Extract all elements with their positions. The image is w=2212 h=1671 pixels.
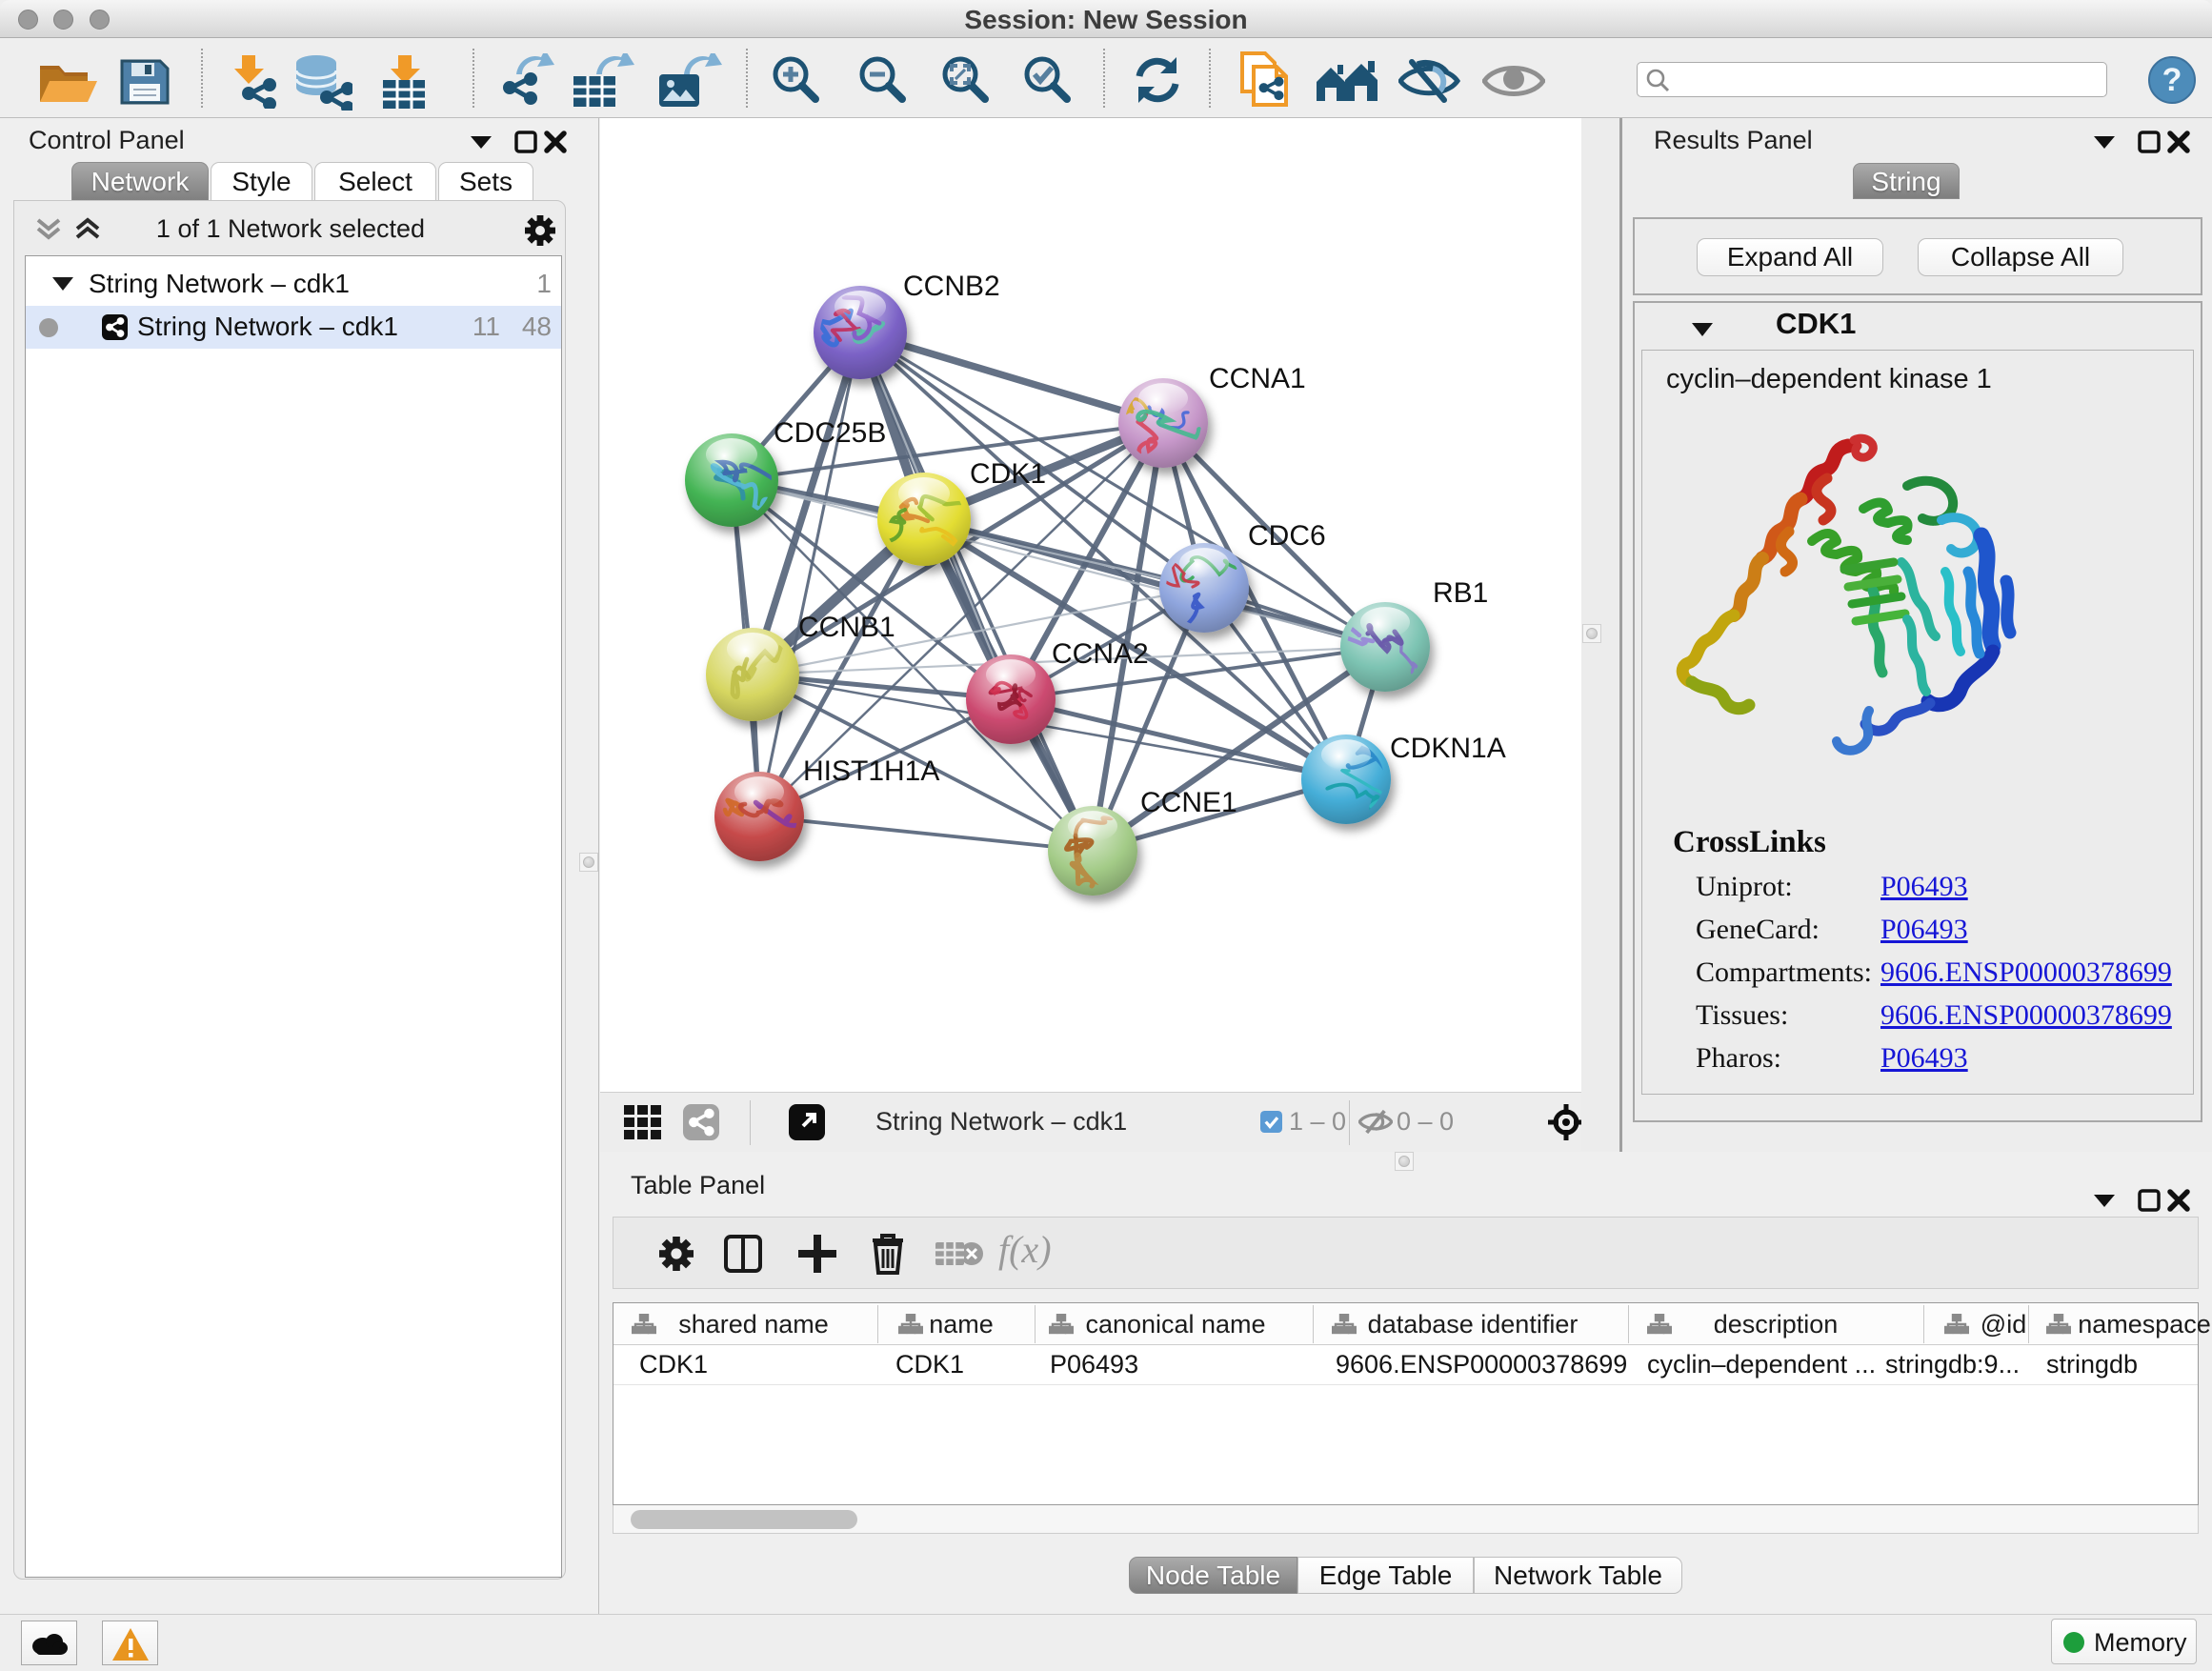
svg-text:CDC25B: CDC25B: [774, 417, 886, 449]
svg-text:CCNA2: CCNA2: [1052, 638, 1149, 670]
svg-text:CCNA1: CCNA1: [1209, 363, 1306, 394]
svg-text:CDC6: CDC6: [1248, 520, 1326, 552]
svg-text:CCNE1: CCNE1: [1140, 787, 1237, 818]
svg-text:RB1: RB1: [1433, 577, 1488, 609]
svg-text:?: ?: [2162, 62, 2182, 98]
svg-text:CCNB2: CCNB2: [903, 271, 1000, 302]
svg-text:CDK1: CDK1: [970, 458, 1046, 490]
svg-text:CDKN1A: CDKN1A: [1390, 733, 1506, 764]
svg-text:CCNB1: CCNB1: [798, 612, 895, 643]
svg-text:HIST1H1A: HIST1H1A: [803, 755, 939, 787]
